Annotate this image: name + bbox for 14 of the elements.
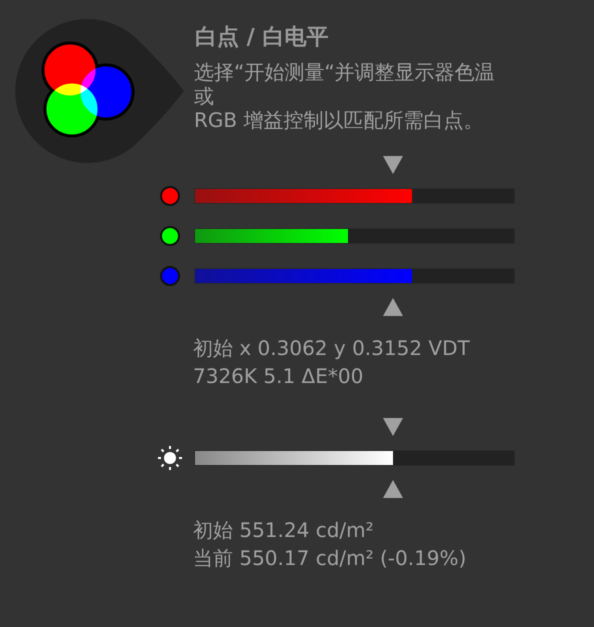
reading-text: 当前 550.17 cd/m² (-0.19%) [193, 545, 468, 572]
up-triangle-icon [383, 480, 403, 498]
description-line: 选择“开始测量“并调整显示器色温 [194, 60, 496, 84]
reading-text: 初始 551.24 cd/m² [193, 517, 375, 544]
up-triangle-icon [383, 298, 403, 316]
down-triangle-icon [383, 156, 403, 174]
down-triangle-icon [383, 418, 403, 436]
description-line: RGB 增益控制以匹配所需白点。 [194, 108, 484, 132]
reading-text: 初始 x 0.3062 y 0.3152 VDT [193, 335, 471, 362]
sun-icon [156, 444, 184, 472]
description-line: 或 [194, 84, 215, 108]
title: 白点 / 白电平 [195, 24, 330, 52]
reading-text: 7326K 5.1 ΔE*00 [193, 363, 364, 390]
color-circles-icon [14, 17, 186, 163]
